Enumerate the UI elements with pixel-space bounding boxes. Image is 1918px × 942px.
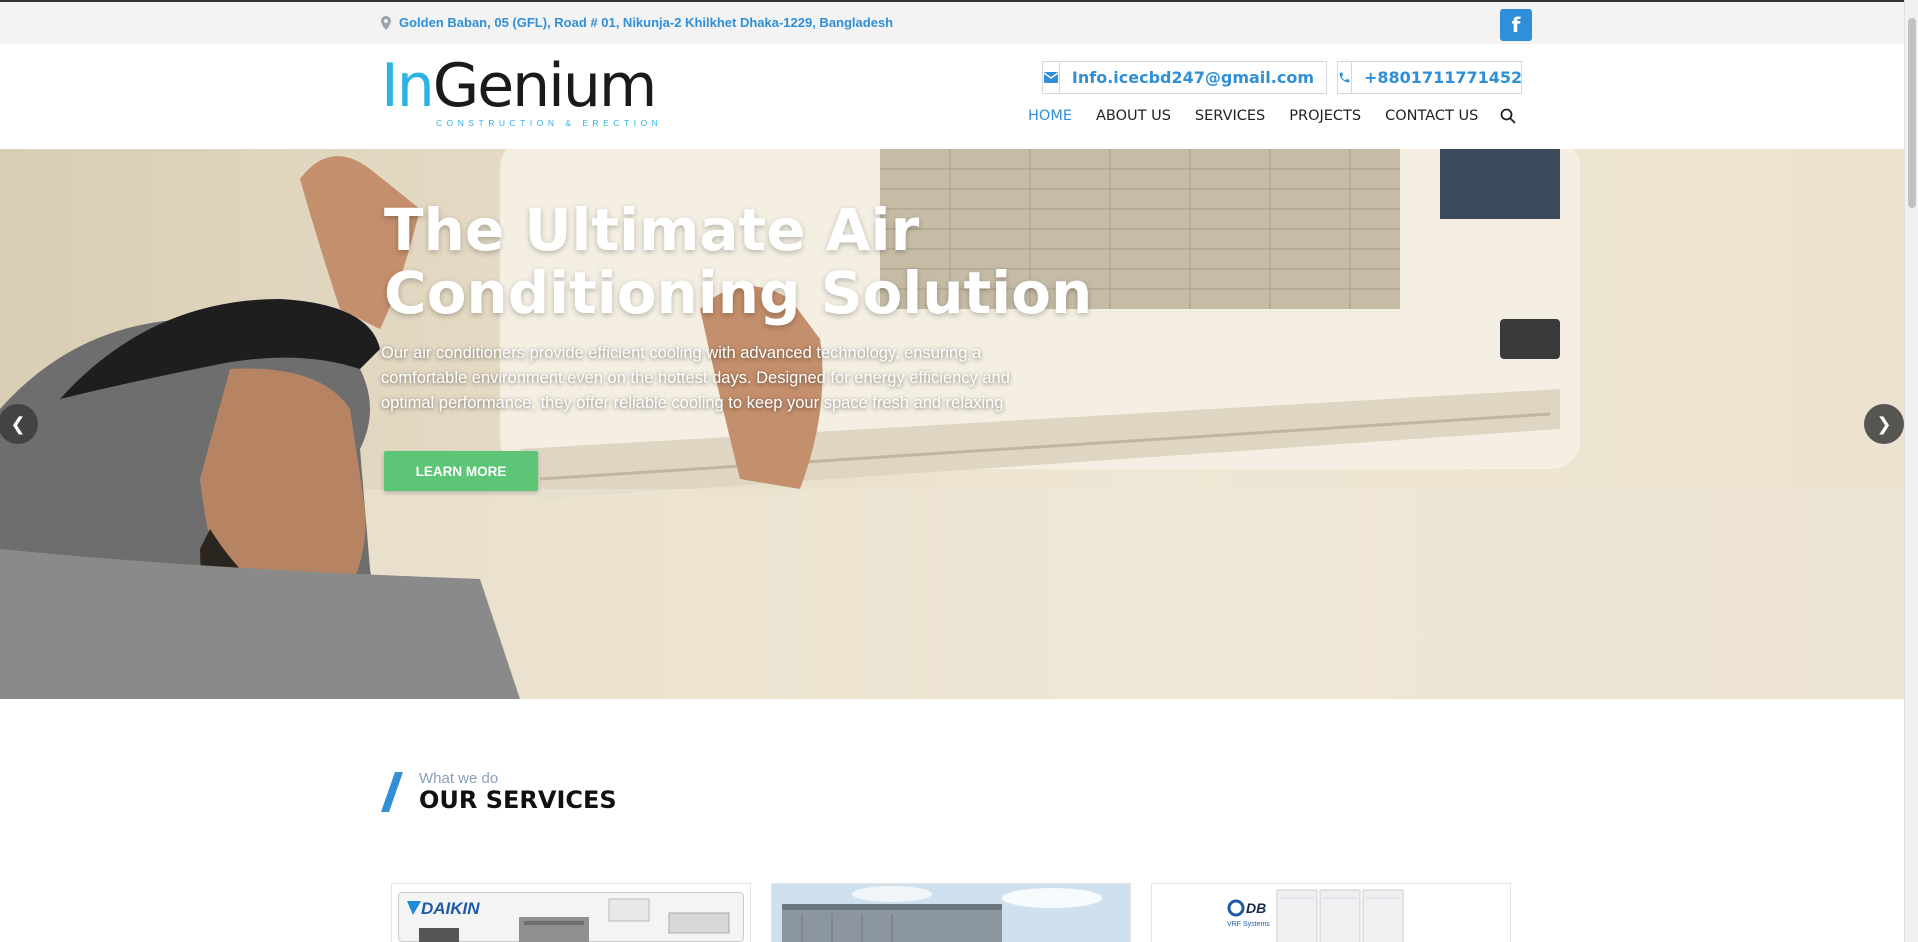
services-title: OUR SERVICES [419, 786, 617, 814]
learn-more-button[interactable]: LEARN MORE [384, 451, 538, 491]
page-scrollbar[interactable] [1904, 0, 1918, 942]
nav-about-us[interactable]: ABOUT US [1096, 108, 1171, 124]
nav-projects[interactable]: PROJECTS [1289, 108, 1361, 124]
scrollbar-thumb[interactable] [1908, 18, 1916, 208]
envelope-icon [1043, 62, 1060, 93]
hero-slider: The Ultimate Air Conditioning Solution O… [0, 149, 1904, 699]
chevron-right-icon: ❯ [1876, 413, 1892, 435]
nav-services[interactable]: SERVICES [1195, 108, 1265, 124]
logo-rest: Genium [432, 51, 658, 121]
location-pin-icon [381, 15, 391, 30]
nav-contact-us[interactable]: CONTACT US [1385, 108, 1478, 124]
hero-title: The Ultimate Air Conditioning Solution [384, 196, 1093, 327]
email-text: Info.icecbd247@gmail.com [1071, 68, 1314, 87]
db-brand: DB [1246, 900, 1266, 916]
facebook-icon[interactable]: f [1500, 9, 1532, 41]
service-card-db-vrf[interactable]: DB VRF Systems [1151, 883, 1511, 942]
phone-contact[interactable]: +8801711771452 [1337, 61, 1522, 94]
search-icon[interactable] [1500, 108, 1516, 124]
slash-accent-icon [381, 772, 403, 812]
top-bar: Golden Baban, 05 (GFL), Road # 01, Nikun… [0, 0, 1904, 44]
service-card-daikin[interactable]: DAIKIN [391, 883, 751, 942]
service-card-rooftop-unit[interactable] [771, 883, 1131, 942]
chevron-left-icon: ❮ [10, 413, 26, 435]
rooftop-unit-image [772, 884, 1130, 942]
phone-text: +8801711771452 [1364, 68, 1523, 87]
services-subtitle: What we do [419, 770, 499, 787]
daikin-brand: DAIKIN [421, 899, 480, 918]
nav-home[interactable]: HOME [1028, 108, 1072, 124]
db-caption: VRF Systems [1227, 921, 1270, 928]
site-header: InGenium CONSTRUCTION & ERECTION Info.ic… [0, 44, 1904, 149]
logo-tagline: CONSTRUCTION & ERECTION [436, 118, 663, 128]
logo[interactable]: InGenium CONSTRUCTION & ERECTION [381, 56, 658, 128]
main-nav: HOME ABOUT US SERVICES PROJECTS CONTACT … [1028, 108, 1516, 124]
email-contact[interactable]: Info.icecbd247@gmail.com [1042, 61, 1327, 94]
hero-description: Our air conditioners provide efficient c… [381, 344, 1010, 412]
slider-next-button[interactable]: ❯ [1864, 404, 1904, 444]
address: Golden Baban, 05 (GFL), Road # 01, Nikun… [381, 15, 893, 30]
phone-icon [1338, 62, 1352, 93]
logo-in: In [381, 51, 435, 121]
address-text: Golden Baban, 05 (GFL), Road # 01, Nikun… [399, 15, 894, 30]
db-vrf-image: DB VRF Systems [1152, 884, 1510, 942]
daikin-product-image: DAIKIN [407, 898, 730, 942]
